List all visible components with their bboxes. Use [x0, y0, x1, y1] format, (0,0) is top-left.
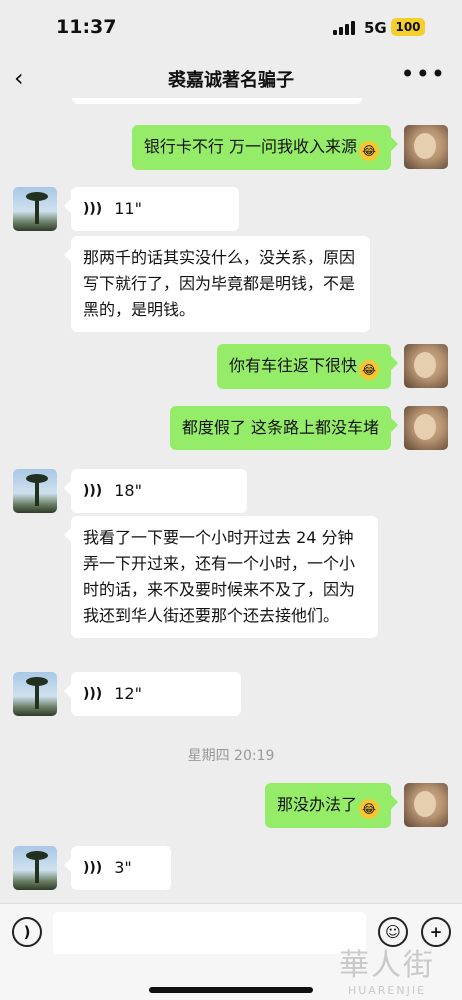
laughing-tears-emoji-icon: 😂	[359, 799, 379, 819]
nav-bar: ‹ 裘嘉诚著名骗子 •••	[0, 56, 462, 98]
contact-avatar[interactable]	[13, 187, 57, 231]
voice-wave-icon: )))	[83, 860, 103, 876]
self-avatar[interactable]	[404, 125, 448, 169]
watermark-text: 華人街	[339, 948, 435, 983]
more-icon[interactable]: •••	[401, 60, 446, 88]
laughing-tears-emoji-icon: 😂	[359, 141, 379, 161]
message-text: 银行卡不行 万一问我收入来源	[143, 137, 357, 156]
message-text: 我看了一下要一个小时开过去 24 分钟弄一下开过来，还有一个小时，一个小时的话，…	[83, 528, 356, 625]
battery-icon: 100	[391, 18, 425, 36]
contact-avatar[interactable]	[13, 672, 57, 716]
self-avatar[interactable]	[404, 783, 448, 827]
voice-duration: 11"	[114, 199, 142, 218]
message-text: 那两千的话其实没什么，没关系，原因写下就行了，因为毕竟都是明钱，不是黑的，是明钱…	[83, 248, 356, 319]
contact-avatar[interactable]	[13, 469, 57, 513]
partial-message-bubble	[72, 98, 362, 104]
message-bubble-self[interactable]: 你有车往返下很快 😂	[216, 344, 391, 389]
home-indicator[interactable]	[149, 987, 313, 993]
voice-duration: 18"	[114, 481, 142, 500]
voice-duration: 12"	[114, 684, 142, 703]
voice-message[interactable]: ))) 12"	[71, 672, 241, 716]
input-bar: ) ☺ + 華人街 HUARENJIE	[0, 903, 462, 1000]
chat-title: 裘嘉诚著名骗子	[168, 70, 294, 91]
laughing-tears-emoji-icon: 😂	[359, 360, 379, 380]
self-avatar[interactable]	[404, 344, 448, 388]
message-text: 那没办法了	[276, 795, 357, 814]
message-timestamp: 星期四 20:19	[187, 748, 275, 764]
message-bubble-self[interactable]: 那没办法了 😂	[264, 783, 391, 828]
message-text: 你有车往返下很快	[228, 356, 357, 375]
message-bubble-self[interactable]: 银行卡不行 万一问我收入来源 😂	[131, 125, 391, 170]
signal-icon	[333, 21, 357, 35]
status-time: 11:37	[56, 16, 117, 38]
voice-input-icon[interactable]: )	[12, 917, 42, 947]
voice-wave-icon: )))	[83, 483, 103, 499]
status-bar: 11:37 5G 100	[0, 0, 462, 56]
voice-duration: 3"	[114, 858, 132, 877]
watermark-logo: 華人街 HUARENJIE	[312, 940, 462, 997]
watermark-subtext: HUARENJIE	[347, 984, 427, 997]
message-bubble-self[interactable]: 都度假了 这条路上都没车堵	[169, 406, 391, 450]
chat-history[interactable]: 银行卡不行 万一问我收入来源 😂 ))) 11" 那两千的话其实没什么，没关系，原…	[0, 98, 462, 903]
voice-message[interactable]: ))) 18"	[71, 469, 247, 513]
message-bubble-other[interactable]: 我看了一下要一个小时开过去 24 分钟弄一下开过来，还有一个小时，一个小时的话，…	[71, 516, 378, 638]
network-type: 5G	[364, 19, 387, 37]
message-bubble-other[interactable]: 那两千的话其实没什么，没关系，原因写下就行了，因为毕竟都是明钱，不是黑的，是明钱…	[71, 236, 370, 332]
message-text: 都度假了 这条路上都没车堵	[181, 418, 379, 437]
self-avatar[interactable]	[404, 406, 448, 450]
voice-message[interactable]: ))) 3"	[71, 846, 171, 890]
voice-wave-icon: )))	[83, 686, 103, 702]
voice-wave-icon: )))	[83, 201, 103, 217]
contact-avatar[interactable]	[13, 846, 57, 890]
voice-message[interactable]: ))) 11"	[71, 187, 239, 231]
